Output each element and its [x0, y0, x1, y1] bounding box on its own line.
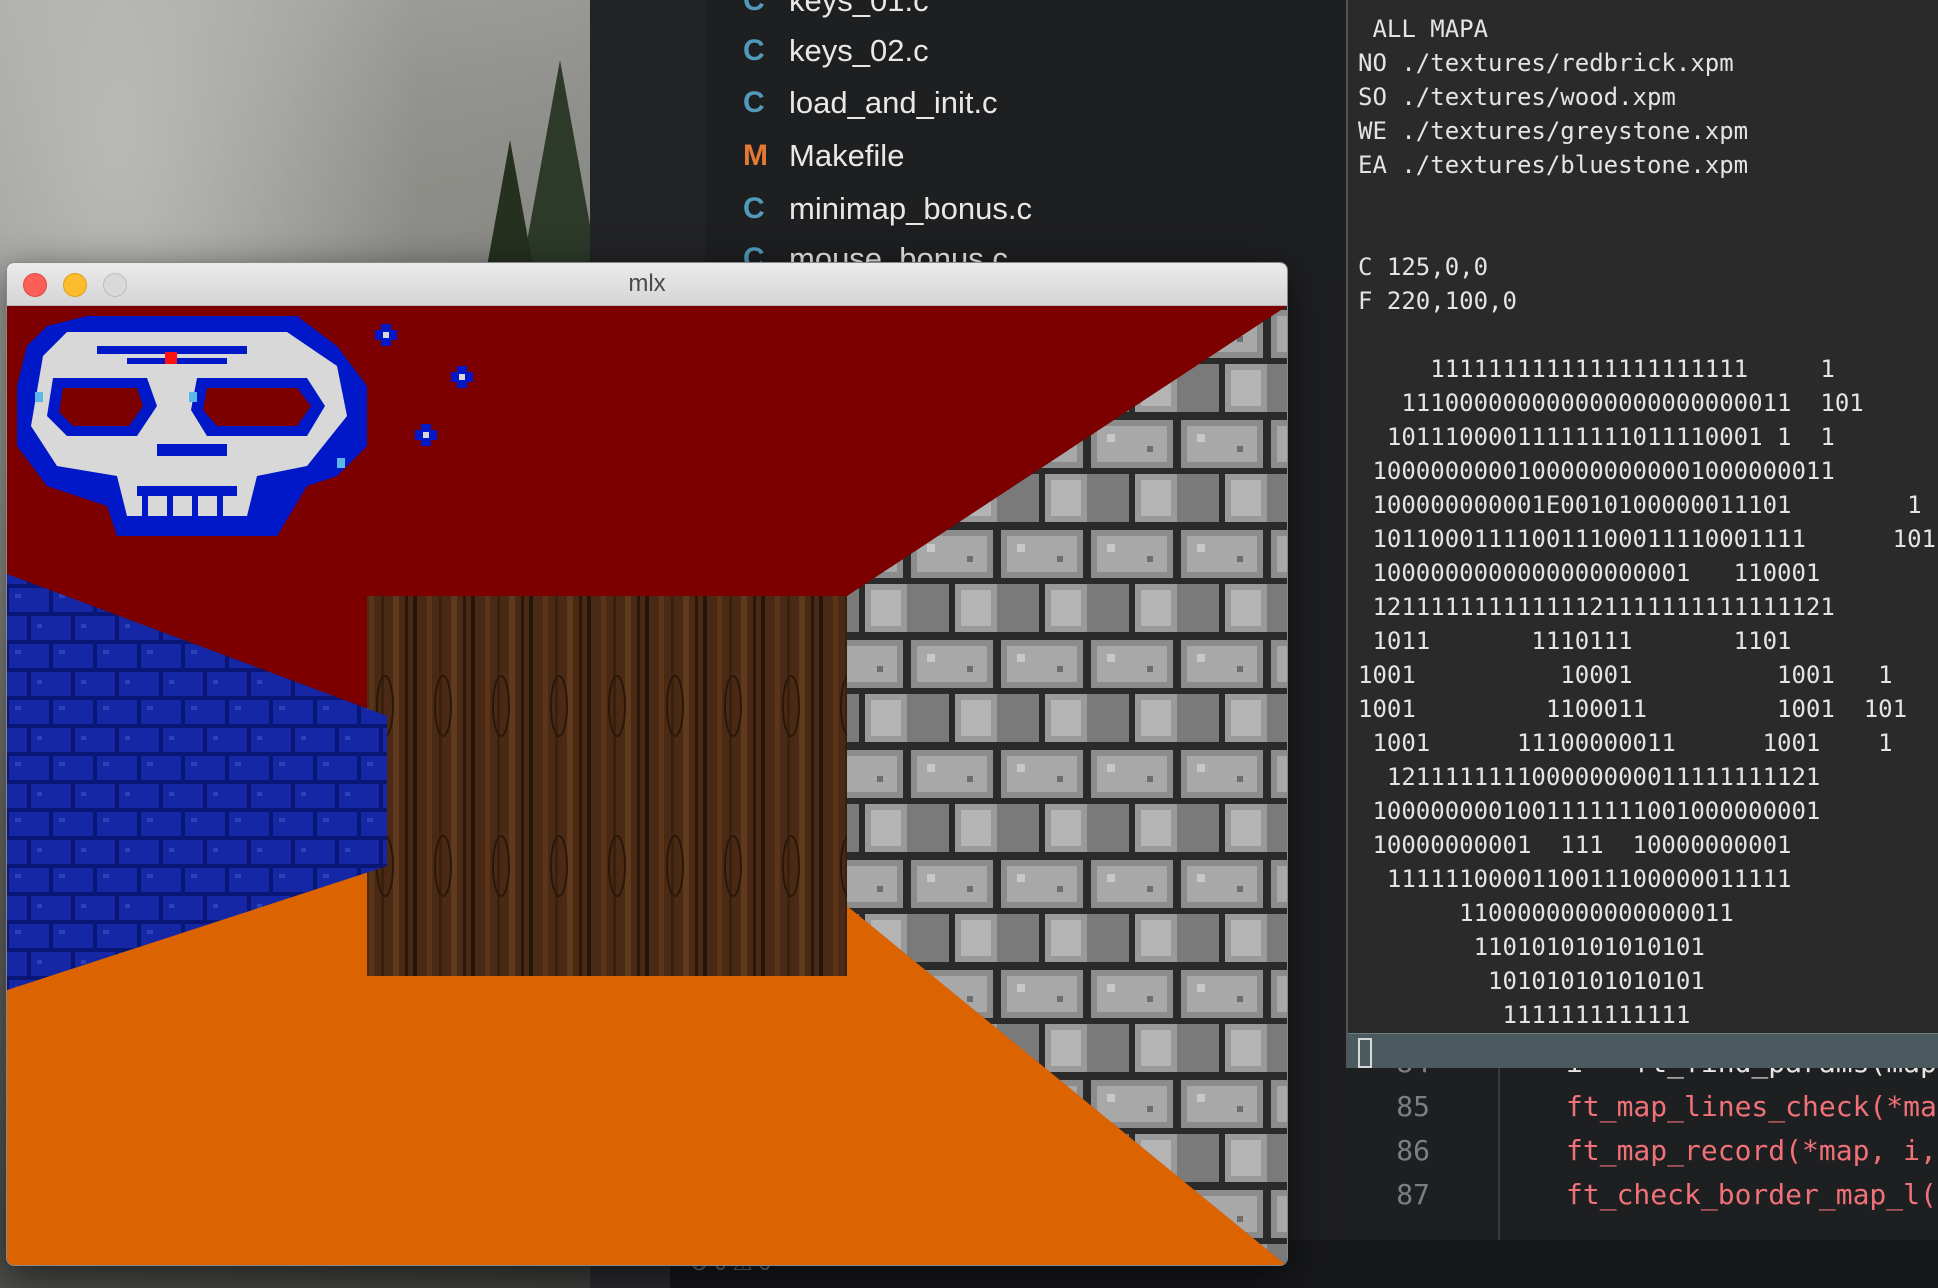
line-number: 87 [1396, 1177, 1430, 1211]
terminal-input-line[interactable] [1348, 1033, 1938, 1068]
file-label: minimap_bonus.c [789, 191, 1032, 226]
terminal-cursor [1358, 1038, 1372, 1068]
makefile-icon: M [743, 139, 768, 172]
file-item-load-and-init[interactable]: C load_and_init.c [743, 80, 998, 126]
code-line[interactable]: 87 ft_check_border_map_l( [1338, 1172, 1937, 1216]
back-wall-wood [367, 596, 847, 976]
player-marker [165, 352, 177, 364]
file-label: Makefile [789, 138, 905, 173]
terminal-output: ALL MAPA NO ./textures/redbrick.xpm SO .… [1358, 15, 1938, 1029]
file-label: keys_01.c [789, 0, 929, 18]
code-line[interactable]: 85 ft_map_lines_check(*ma [1338, 1084, 1937, 1128]
file-explorer: C keys_01.c C keys_02.c C load_and_init.… [705, 0, 1335, 276]
c-file-icon: C [743, 192, 765, 225]
line-number: 86 [1396, 1133, 1430, 1167]
code-text: ft_map_record(*map, i, [1566, 1133, 1937, 1167]
code-editor[interactable]: 84 i = ft_find_params(map 85 ft_map_line… [1338, 1040, 1938, 1240]
mlx-window[interactable]: mlx [6, 262, 1288, 1266]
code-line[interactable]: 86 ft_map_record(*map, i, [1338, 1128, 1937, 1172]
c-file-icon: C [743, 86, 765, 119]
c-file-icon: C [743, 0, 765, 17]
window-title: mlx [628, 270, 666, 297]
file-item-minimap-bonus[interactable]: C minimap_bonus.c [743, 186, 1032, 232]
window-titlebar[interactable]: mlx [7, 263, 1287, 306]
terminal-window[interactable]: ALL MAPA NO ./textures/redbrick.xpm SO .… [1346, 0, 1938, 1068]
line-number: 85 [1396, 1089, 1430, 1123]
code-text: ft_check_border_map_l( [1566, 1177, 1937, 1211]
file-item-keys-01[interactable]: C keys_01.c [743, 0, 929, 24]
file-item-keys-02[interactable]: C keys_02.c [743, 28, 929, 74]
c-file-icon: C [743, 34, 765, 67]
file-item-makefile[interactable]: M Makefile [743, 133, 904, 179]
code-text: ft_map_lines_check(*ma [1566, 1089, 1937, 1123]
close-button[interactable] [23, 273, 47, 297]
file-label: keys_02.c [789, 33, 929, 68]
file-label: load_and_init.c [789, 85, 998, 120]
minimize-button[interactable] [63, 273, 87, 297]
game-viewport[interactable] [7, 306, 1287, 1266]
gutter-divider [1498, 1040, 1500, 1240]
maximize-button[interactable] [103, 273, 127, 297]
